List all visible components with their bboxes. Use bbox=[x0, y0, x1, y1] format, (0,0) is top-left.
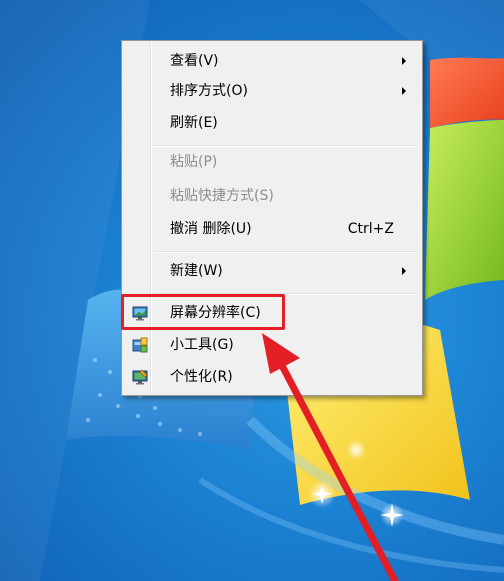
desktop-background[interactable]: 查看(V) 排序方式(O) 刷新(E) 粘贴(P) 粘贴快捷方式(S) 撤消 删… bbox=[0, 0, 504, 581]
red-arrow-annotation-icon bbox=[262, 333, 399, 581]
